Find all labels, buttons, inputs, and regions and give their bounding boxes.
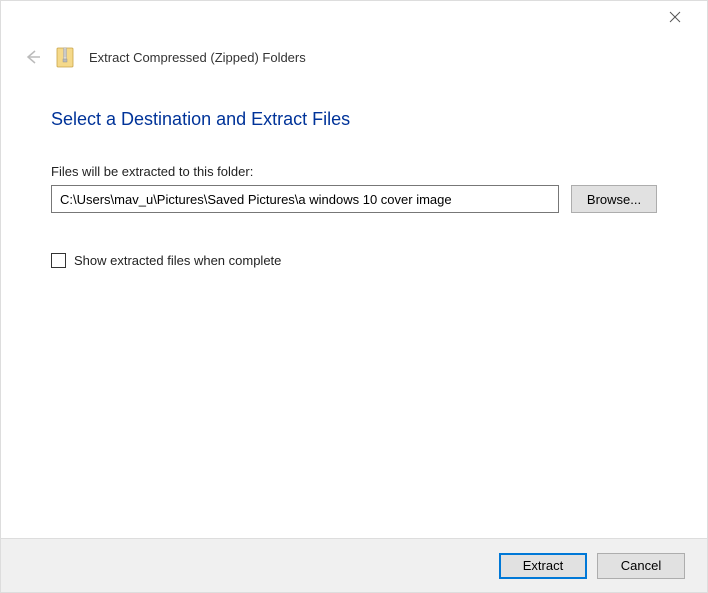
back-arrow-icon (23, 48, 41, 66)
destination-path-input[interactable] (51, 185, 559, 213)
path-label: Files will be extracted to this folder: (51, 164, 657, 179)
path-row: Browse... (51, 185, 657, 213)
show-files-row: Show extracted files when complete (51, 253, 657, 268)
cancel-button[interactable]: Cancel (597, 553, 685, 579)
show-files-label[interactable]: Show extracted files when complete (74, 253, 281, 268)
close-icon (669, 11, 681, 23)
zip-folder-icon (55, 45, 75, 69)
show-files-checkbox[interactable] (51, 253, 66, 268)
page-heading: Select a Destination and Extract Files (51, 109, 657, 130)
wizard-title: Extract Compressed (Zipped) Folders (89, 50, 306, 65)
titlebar (1, 1, 707, 33)
wizard-header: Extract Compressed (Zipped) Folders (1, 33, 707, 69)
content-area: Select a Destination and Extract Files F… (1, 69, 707, 268)
extract-button[interactable]: Extract (499, 553, 587, 579)
close-button[interactable] (655, 1, 695, 33)
dialog-footer: Extract Cancel (1, 538, 707, 592)
browse-button[interactable]: Browse... (571, 185, 657, 213)
